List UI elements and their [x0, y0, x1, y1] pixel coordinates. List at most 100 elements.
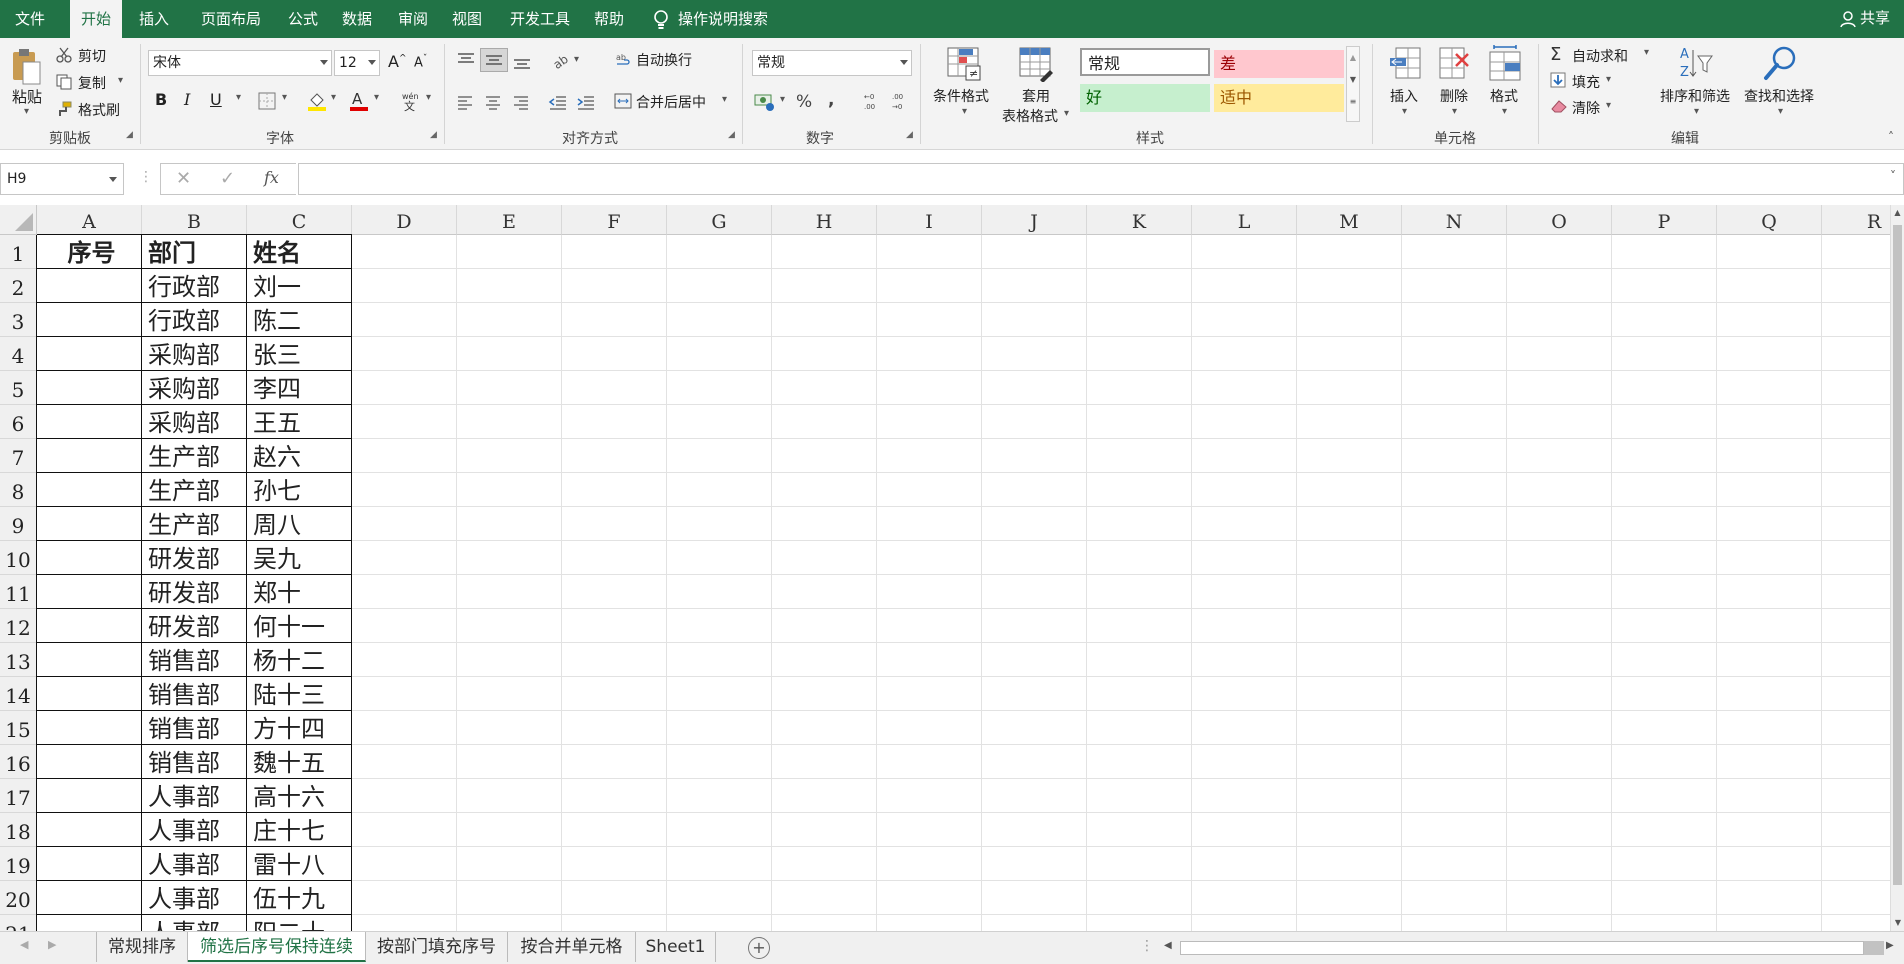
percent-icon[interactable]: % — [796, 92, 812, 112]
border-icon[interactable] — [258, 92, 276, 110]
select-all-corner[interactable] — [0, 205, 37, 235]
cell-name[interactable]: 刘一 — [253, 269, 350, 303]
cell-dept[interactable]: 人事部 — [148, 813, 245, 847]
number-format-select[interactable]: 常规 — [752, 50, 912, 76]
cell-dept[interactable]: 行政部 — [148, 269, 245, 303]
decrease-decimal-icon[interactable]: .00 →0 — [888, 90, 910, 112]
horizontal-scroll-thumb[interactable] — [1180, 941, 1864, 955]
column-header[interactable]: I — [877, 205, 982, 235]
column-header[interactable]: H — [772, 205, 877, 235]
clear-chevron-icon[interactable]: ▾ — [1606, 100, 1611, 111]
row-header[interactable]: 16 — [0, 745, 37, 779]
cell-seq[interactable] — [43, 337, 140, 371]
tab-scroll-left-icon[interactable]: ◀ — [20, 938, 28, 951]
delete-cells-button[interactable]: 删除 — [1440, 86, 1468, 106]
hscroll-splitter-icon[interactable]: ⋮ — [1140, 938, 1154, 954]
cell-seq[interactable] — [43, 303, 140, 337]
cell-name[interactable]: 杨十二 — [253, 643, 350, 677]
styles-gallery-scroller[interactable]: ▲ ▼ ≡ — [1346, 46, 1360, 122]
cell-name[interactable]: 赵六 — [253, 439, 350, 473]
cell-dept[interactable]: 研发部 — [148, 541, 245, 575]
style-bad[interactable]: 差 — [1214, 50, 1344, 78]
cell-name[interactable]: 方十四 — [253, 711, 350, 745]
cell-name[interactable]: 张三 — [253, 337, 350, 371]
delete-chevron-icon[interactable]: ▾ — [1452, 106, 1457, 117]
wrap-text-button[interactable]: 自动换行 — [636, 50, 692, 70]
number-launcher-icon[interactable]: ◢ — [906, 130, 913, 140]
cell-seq[interactable] — [43, 779, 140, 813]
cell-name[interactable]: 魏十五 — [253, 745, 350, 779]
align-left-icon[interactable] — [456, 94, 474, 110]
underline-icon[interactable]: U — [210, 90, 222, 109]
sheet-tab-4[interactable]: Sheet1 — [636, 932, 716, 962]
column-header[interactable]: E — [457, 205, 562, 235]
cell-name[interactable]: 陈二 — [253, 303, 350, 337]
conditional-format-button[interactable]: 条件格式 — [933, 86, 989, 106]
scroll-down-icon[interactable]: ▼ — [1891, 915, 1904, 931]
orientation-icon[interactable]: ab — [550, 50, 572, 70]
cell-seq[interactable] — [43, 813, 140, 847]
row-header[interactable]: 5 — [0, 371, 37, 405]
conditional-chevron-icon[interactable]: ▾ — [962, 106, 967, 117]
horizontal-scrollbar-track[interactable] — [1864, 941, 1884, 955]
column-header[interactable]: Q — [1717, 205, 1822, 235]
row-header[interactable]: 4 — [0, 337, 37, 371]
cut-button[interactable]: 剪切 — [78, 46, 106, 66]
cell-seq[interactable] — [43, 405, 140, 439]
clear-button[interactable]: 清除 — [1572, 98, 1600, 118]
cell-dept[interactable]: 生产部 — [148, 473, 245, 507]
row-header[interactable]: 14 — [0, 677, 37, 711]
cell-seq[interactable] — [43, 473, 140, 507]
row-header[interactable]: 1 — [0, 235, 37, 269]
comma-style-icon[interactable]: , — [828, 90, 834, 110]
sheet-tab-0[interactable]: 常规排序 — [96, 932, 188, 962]
collapse-ribbon-icon[interactable]: ˄ — [1888, 130, 1894, 144]
align-bottom-icon[interactable] — [512, 56, 532, 72]
cell-dept[interactable]: 人事部 — [148, 881, 245, 915]
accounting-chevron-icon[interactable]: ▾ — [780, 94, 785, 105]
cell-dept[interactable]: 采购部 — [148, 405, 245, 439]
sheet-tab-1[interactable]: 筛选后序号保持连续 — [188, 932, 366, 962]
row-header[interactable]: 20 — [0, 881, 37, 915]
column-header[interactable]: D — [352, 205, 457, 235]
cell-seq[interactable] — [43, 711, 140, 745]
menu-data[interactable]: 数据 — [332, 0, 382, 38]
style-neutral[interactable]: 适中 — [1214, 84, 1344, 112]
fill-color-icon[interactable] — [306, 90, 328, 112]
cell-dept[interactable]: 销售部 — [148, 643, 245, 677]
row-header[interactable]: 15 — [0, 711, 37, 745]
cell-name[interactable]: 吴九 — [253, 541, 350, 575]
cell-header-seq[interactable]: 序号 — [43, 235, 140, 269]
font-name-select[interactable]: 宋体 — [148, 50, 332, 76]
column-header[interactable]: B — [142, 205, 247, 235]
row-header[interactable]: 6 — [0, 405, 37, 439]
row-header[interactable]: 12 — [0, 609, 37, 643]
cell-seq[interactable] — [43, 575, 140, 609]
share-button[interactable]: 共享 — [1840, 0, 1890, 38]
align-right-icon[interactable] — [512, 94, 530, 110]
font-launcher-icon[interactable]: ◢ — [430, 130, 437, 140]
phonetic-chevron-icon[interactable]: ▾ — [426, 92, 431, 103]
border-chevron-icon[interactable]: ▾ — [282, 92, 287, 103]
table-format-button[interactable]: 套用 — [1022, 86, 1050, 106]
menu-review[interactable]: 审阅 — [388, 0, 438, 38]
style-normal[interactable]: 常规 — [1080, 48, 1210, 76]
cell-dept[interactable]: 生产部 — [148, 439, 245, 473]
column-header[interactable]: M — [1297, 205, 1402, 235]
font-color-chevron-icon[interactable]: ▾ — [374, 92, 379, 103]
column-header[interactable]: F — [562, 205, 667, 235]
cell-seq[interactable] — [43, 915, 140, 931]
italic-icon[interactable]: I — [184, 90, 190, 109]
cell-dept[interactable]: 人事部 — [148, 915, 245, 931]
cell-name[interactable]: 庄十七 — [253, 813, 350, 847]
column-header[interactable]: J — [982, 205, 1087, 235]
cell-dept[interactable]: 行政部 — [148, 303, 245, 337]
cell-name[interactable]: 伍十九 — [253, 881, 350, 915]
cell-seq[interactable] — [43, 677, 140, 711]
format-painter-button[interactable]: 格式刷 — [78, 100, 120, 120]
column-header[interactable]: R — [1822, 205, 1890, 235]
vertical-scrollbar[interactable]: ▲ ▼ — [1890, 205, 1904, 931]
scroll-up-icon[interactable]: ▲ — [1891, 205, 1904, 221]
menu-insert[interactable]: 插入 — [128, 0, 180, 38]
cell-seq[interactable] — [43, 439, 140, 473]
